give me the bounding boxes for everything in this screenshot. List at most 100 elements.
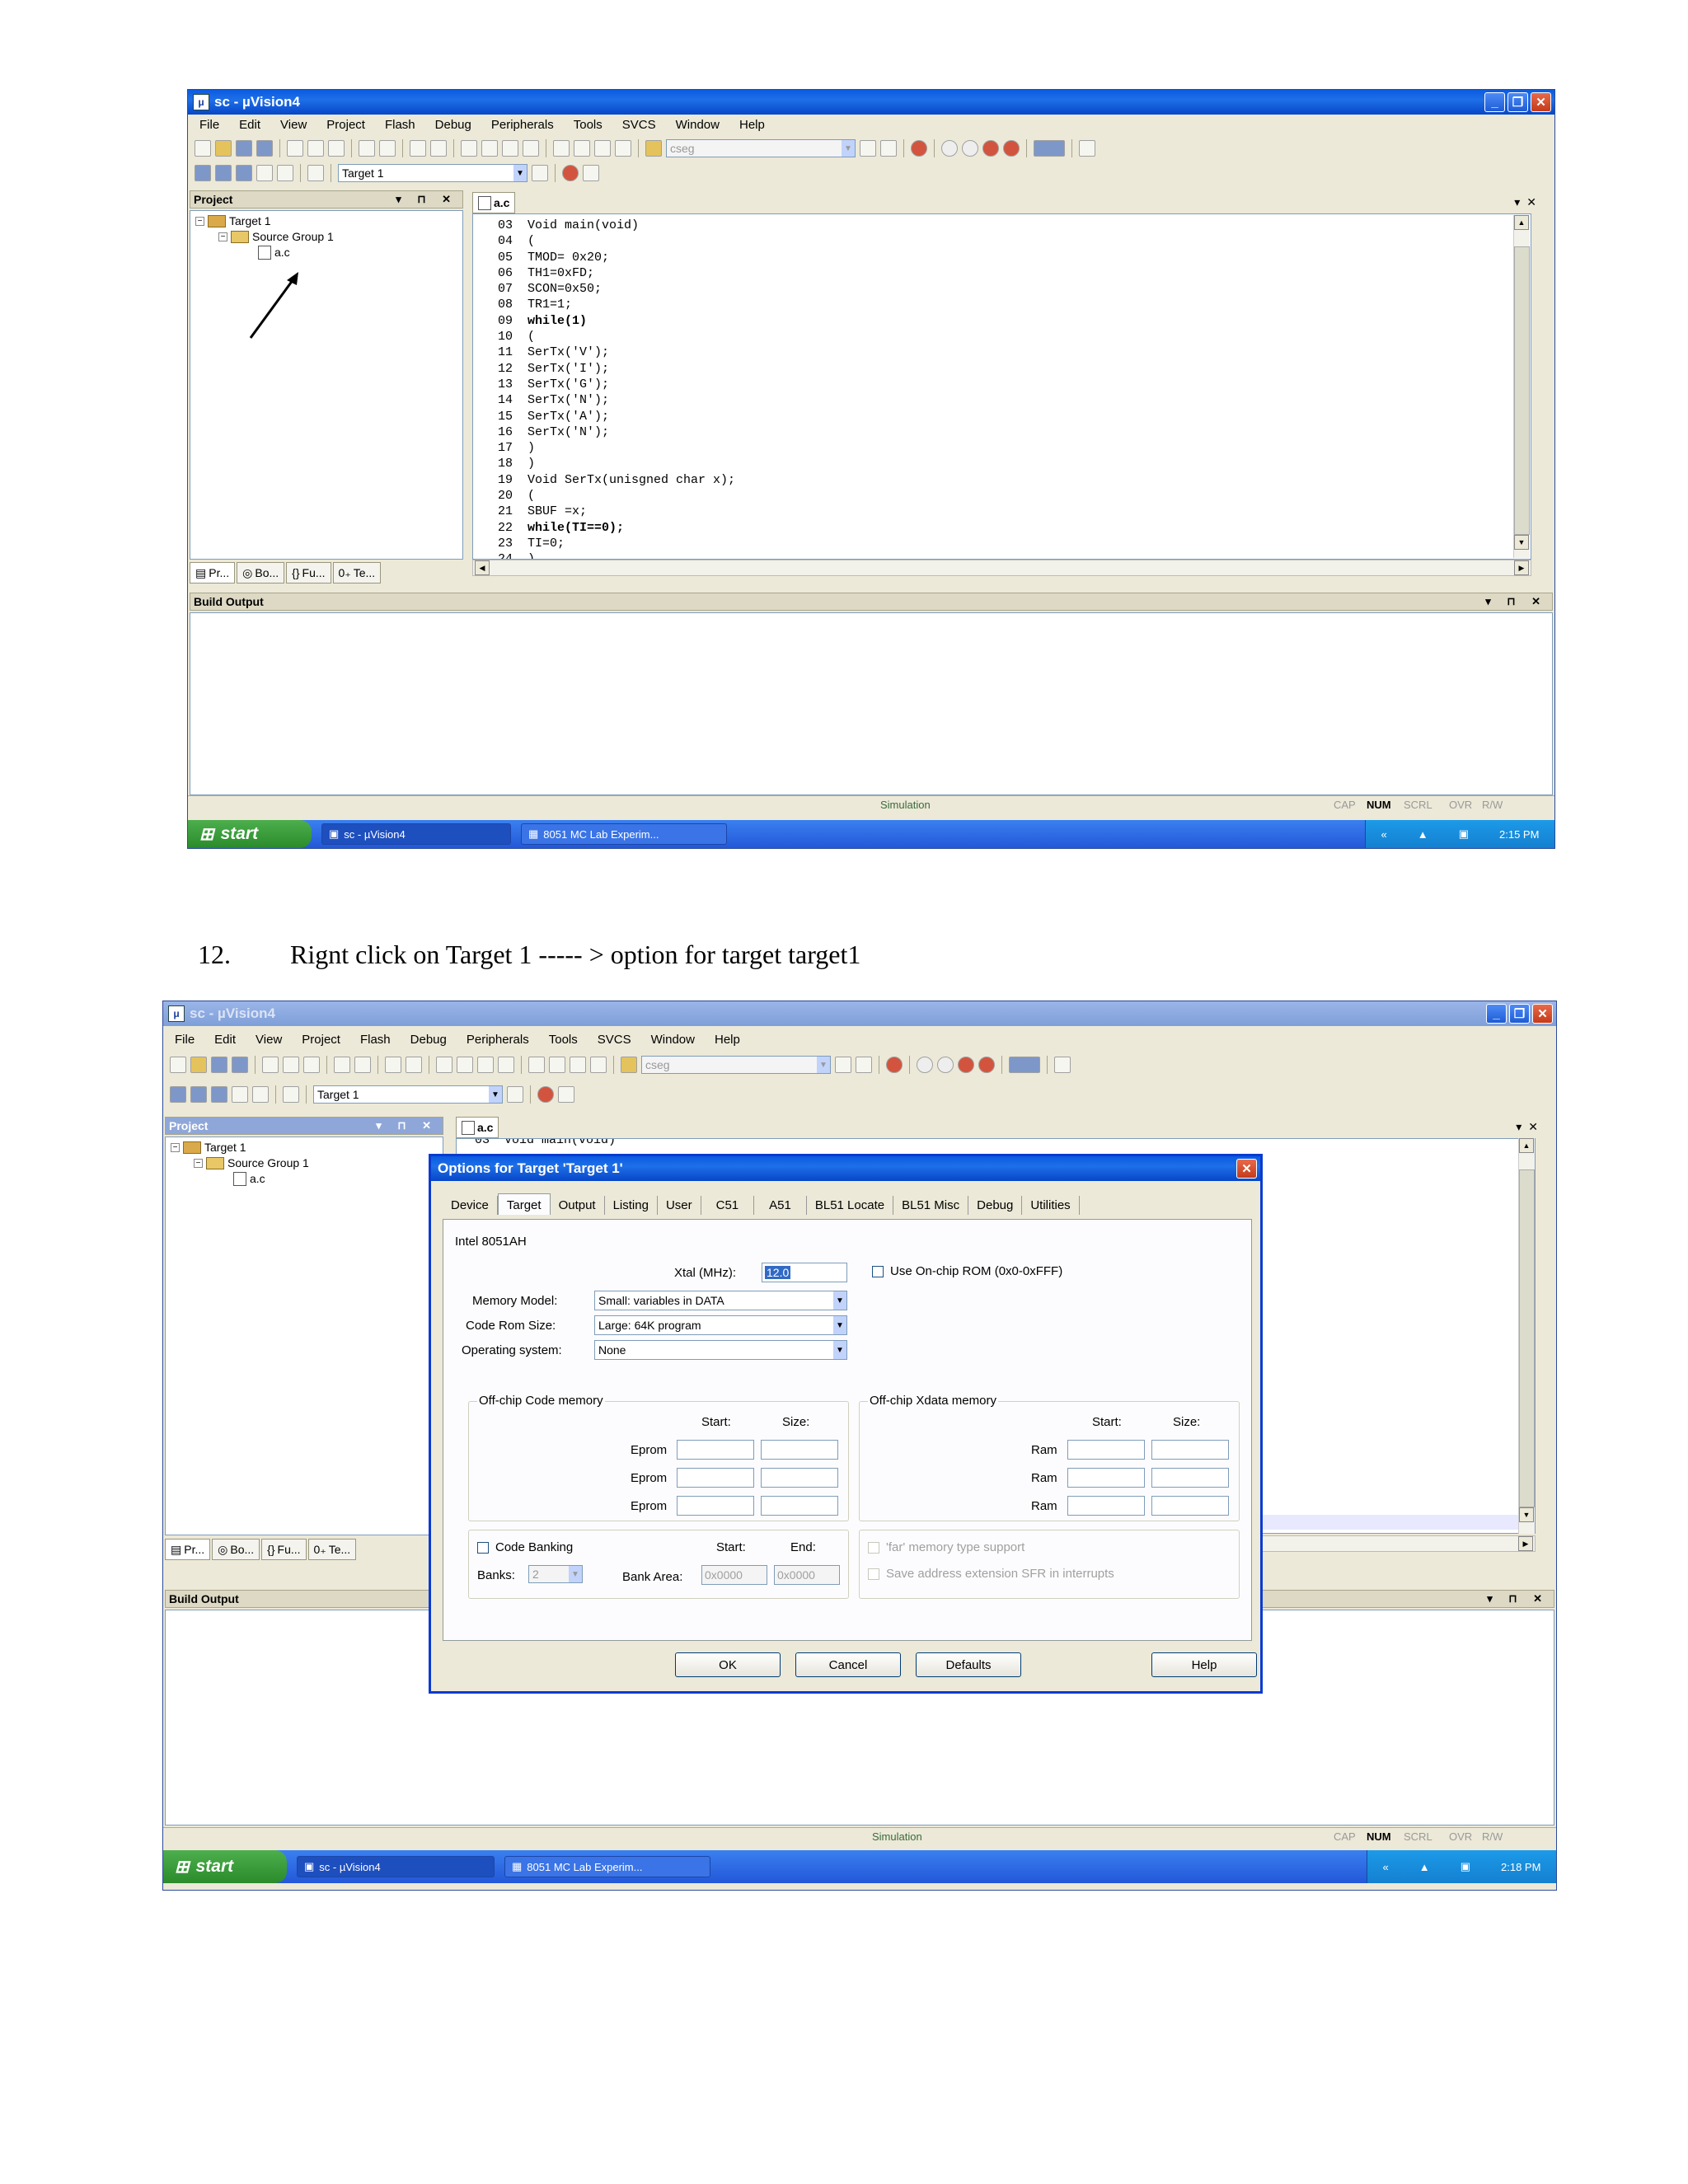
find-in-files-icon[interactable]: [645, 140, 662, 157]
paste-icon[interactable]: [328, 140, 345, 157]
menu-edit[interactable]: Edit: [239, 118, 260, 132]
menu-flash[interactable]: Flash: [360, 1033, 391, 1047]
tree-item-file[interactable]: a.c: [233, 1171, 438, 1187]
build-icon[interactable]: [190, 1086, 207, 1103]
manage-components-icon[interactable]: [537, 1086, 554, 1103]
tree-item-target[interactable]: − Target 1: [195, 213, 457, 229]
eprom-size-1[interactable]: [761, 1440, 838, 1460]
ok-button[interactable]: OK: [675, 1652, 781, 1677]
minimize-icon[interactable]: _: [1486, 1004, 1507, 1024]
tab-functions[interactable]: {} Fu...: [261, 1539, 307, 1560]
menu-tools[interactable]: Tools: [549, 1033, 578, 1047]
breakpoint-insert-icon[interactable]: [917, 1057, 933, 1073]
menu-debug[interactable]: Debug: [435, 118, 471, 132]
far-memory-checkbox[interactable]: 'far' memory type support: [868, 1540, 1025, 1554]
tree-item-file[interactable]: a.c: [258, 245, 457, 260]
bookmark-clear-icon[interactable]: [523, 140, 539, 157]
find-combo[interactable]: cseg ▼: [641, 1056, 831, 1074]
uncomment-icon[interactable]: [615, 140, 631, 157]
save-all-icon[interactable]: [256, 140, 273, 157]
build-icon[interactable]: [215, 165, 232, 181]
incremental-find-icon[interactable]: [856, 1057, 872, 1073]
menu-project[interactable]: Project: [326, 118, 365, 132]
breakpoint-insert-icon[interactable]: [941, 140, 958, 157]
close-icon[interactable]: ✕: [1532, 1004, 1553, 1024]
ram-size-1[interactable]: [1151, 1440, 1229, 1460]
eprom-size-2[interactable]: [761, 1468, 838, 1488]
bookmark-prev-icon[interactable]: [481, 140, 498, 157]
unindent-icon[interactable]: [574, 140, 590, 157]
tab-functions[interactable]: {} Fu...: [286, 562, 331, 583]
tab-templates[interactable]: 0₊ Te...: [307, 1539, 357, 1560]
configure-icon[interactable]: [1054, 1057, 1071, 1073]
tray-chevron-icon[interactable]: «: [1383, 1861, 1389, 1873]
collapse-icon[interactable]: −: [195, 217, 204, 226]
cut-icon[interactable]: [287, 140, 303, 157]
code-editor[interactable]: 03 Void main(void) 04 (05 TMOD= 0x20; 06 TH1=0…: [472, 213, 1531, 560]
save-sfr-checkbox[interactable]: Save address extension SFR in interrupts: [868, 1567, 1114, 1581]
bookmark-icon[interactable]: [461, 140, 477, 157]
copy-icon[interactable]: [307, 140, 324, 157]
undo-icon[interactable]: [334, 1057, 350, 1073]
ram-start-1[interactable]: [1067, 1440, 1145, 1460]
find-combo[interactable]: cseg ▼: [666, 139, 856, 157]
eprom-size-3[interactable]: [761, 1496, 838, 1516]
menu-window[interactable]: Window: [676, 118, 720, 132]
restore-icon[interactable]: ❐: [1509, 1004, 1530, 1024]
nav-back-icon[interactable]: [410, 140, 426, 157]
tray-network-icon[interactable]: ▣: [1459, 827, 1469, 841]
tree-item-group[interactable]: − Source Group 1: [218, 229, 457, 245]
title-bar[interactable]: μ sc - µVision4 _ ❐ ✕: [188, 90, 1554, 115]
editor-horizontal-scrollbar[interactable]: ◀ ▶: [472, 560, 1531, 576]
target-combo[interactable]: Target 1 ▼: [313, 1085, 503, 1104]
menu-view[interactable]: View: [256, 1033, 282, 1047]
cut-icon[interactable]: [262, 1057, 279, 1073]
debug-session-icon[interactable]: [911, 140, 927, 157]
menu-help[interactable]: Help: [715, 1033, 740, 1047]
tab-listing[interactable]: Listing: [604, 1196, 658, 1215]
tab-books[interactable]: ◎ Bo...: [237, 562, 285, 583]
redo-icon[interactable]: [354, 1057, 371, 1073]
new-file-icon[interactable]: [170, 1057, 186, 1073]
rebuild-icon[interactable]: [211, 1086, 227, 1103]
bank-start-input[interactable]: 0x0000: [701, 1565, 767, 1585]
menu-file[interactable]: File: [175, 1033, 195, 1047]
target-combo[interactable]: Target 1 ▼: [338, 164, 528, 182]
tab-utilities[interactable]: Utilities: [1022, 1196, 1080, 1215]
tab-project[interactable]: ▤ Pr...: [190, 562, 236, 583]
tab-output[interactable]: Output: [550, 1196, 605, 1215]
memory-model-select[interactable]: Small: variables in DATA ▼: [594, 1291, 847, 1310]
menu-help[interactable]: Help: [739, 118, 765, 132]
tab-project[interactable]: ▤ Pr...: [165, 1539, 211, 1560]
task-lab-doc[interactable]: ▦ 8051 MC Lab Experim...: [521, 823, 727, 845]
tab-device[interactable]: Device: [443, 1196, 498, 1215]
nav-forward-icon[interactable]: [430, 140, 447, 157]
use-onchip-rom-checkbox[interactable]: Use On-chip ROM (0x0-0xFFF): [872, 1264, 1062, 1278]
code-banking-checkbox[interactable]: Code Banking: [477, 1540, 573, 1554]
save-all-icon[interactable]: [232, 1057, 248, 1073]
tab-a-c[interactable]: a.c: [472, 192, 516, 213]
pane-controls-icon[interactable]: ▾ ⊓ ✕: [1485, 595, 1547, 608]
tree-item-group[interactable]: − Source Group 1: [194, 1155, 438, 1171]
configure-icon[interactable]: [1079, 140, 1095, 157]
bookmark-icon[interactable]: [436, 1057, 452, 1073]
task-uvision[interactable]: ▣ sc - µVision4: [297, 1856, 495, 1877]
pane-controls-icon[interactable]: ▾ ⊓ ✕: [376, 1119, 438, 1132]
tab-bl51-locate[interactable]: BL51 Locate: [806, 1196, 894, 1215]
scroll-right-icon[interactable]: ▶: [1514, 560, 1529, 575]
collapse-icon[interactable]: −: [194, 1159, 203, 1168]
dialog-title-bar[interactable]: Options for Target 'Target 1' ✕: [431, 1156, 1260, 1181]
menu-svcs[interactable]: SVCS: [622, 118, 656, 132]
menu-tools[interactable]: Tools: [574, 118, 603, 132]
scroll-up-icon[interactable]: ▲: [1514, 215, 1529, 230]
tab-a51[interactable]: A51: [754, 1196, 807, 1215]
target-options-icon[interactable]: [507, 1086, 523, 1103]
new-file-icon[interactable]: [195, 140, 211, 157]
window-layout-icon[interactable]: [1009, 1057, 1040, 1073]
tray-network-icon[interactable]: ▣: [1461, 1860, 1470, 1873]
collapse-icon[interactable]: −: [218, 232, 227, 241]
restore-icon[interactable]: ❐: [1507, 92, 1528, 112]
eprom-start-2[interactable]: [677, 1468, 754, 1488]
breakpoint-disable-icon[interactable]: [982, 140, 999, 157]
help-button[interactable]: Help: [1151, 1652, 1257, 1677]
